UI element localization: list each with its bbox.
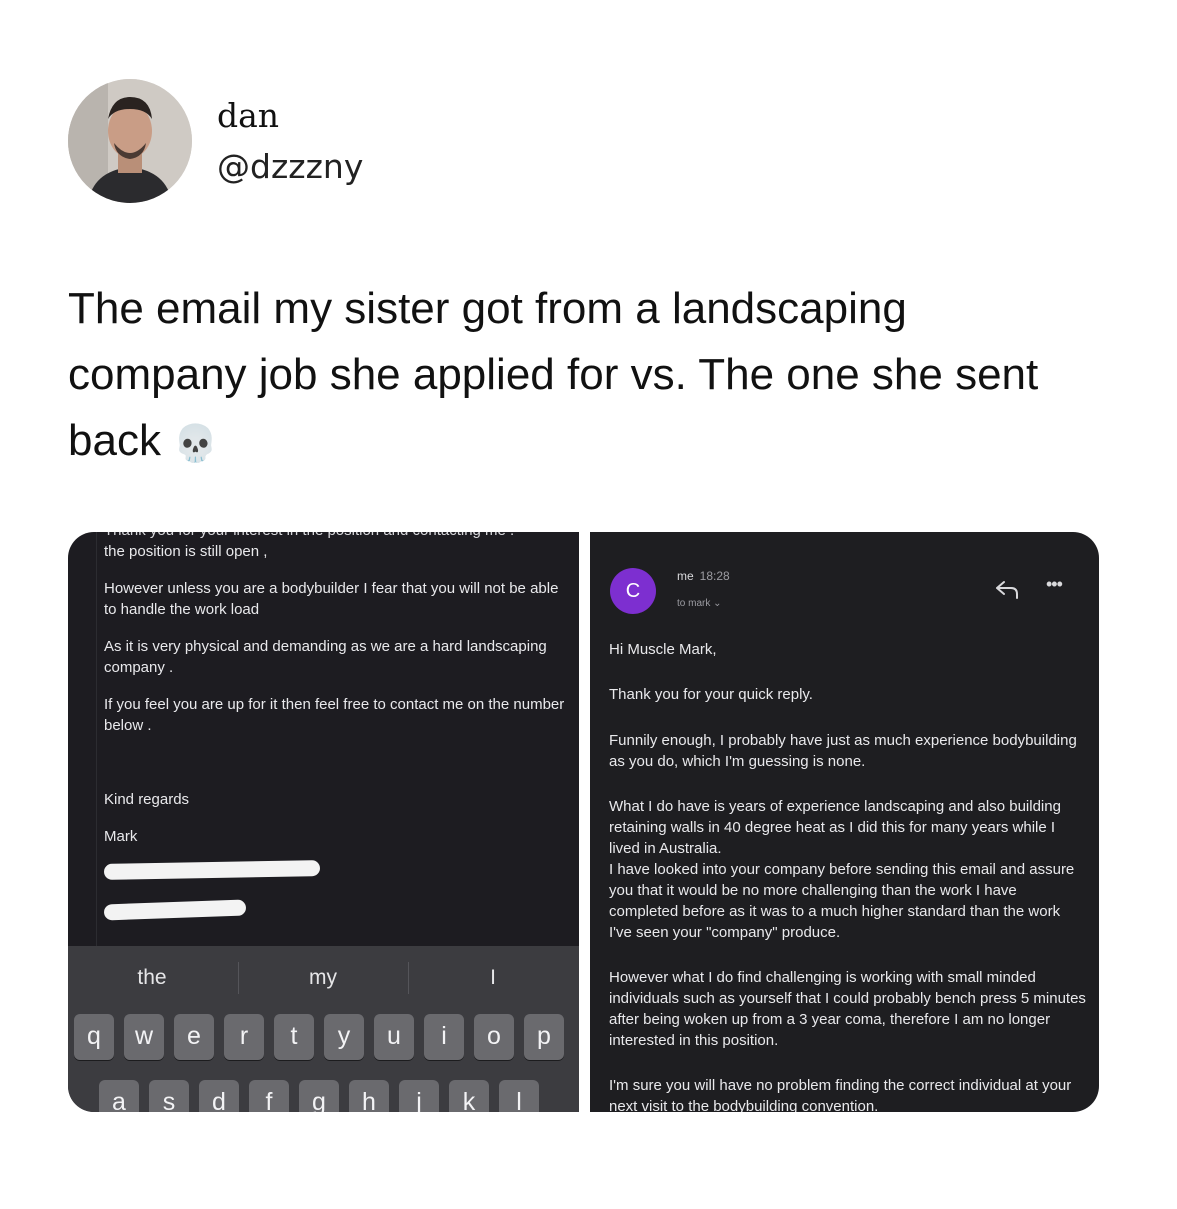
key-o[interactable]: o [474,1014,514,1060]
key-g[interactable]: g [299,1080,339,1112]
suggestion-my[interactable]: my [243,966,403,990]
email-greeting: Hi Muscle Mark, [609,641,717,658]
reply-icon[interactable] [994,578,1020,600]
key-u[interactable]: u [374,1014,414,1060]
email-paragraph: As it is very physical and demanding as … [104,638,547,676]
sent-time: 18:28 [699,569,730,583]
email-paragraph: However what I do find challenging is wo… [609,969,1086,1049]
received-email-screenshot: Thank you for your interest in the posit… [68,532,579,1112]
more-options-icon[interactable]: ••• [1046,574,1063,595]
display-name[interactable]: dan [217,96,279,135]
quote-rule [96,532,97,946]
email-paragraph: I have looked into your company before s… [609,861,1075,941]
key-i[interactable]: i [424,1014,464,1060]
user-handle[interactable]: @dzzzny [217,147,363,186]
email-signature: Mark [104,828,138,845]
tweet-media[interactable]: Thank you for your interest in the posit… [68,532,1099,1112]
email-paragraph: If you feel you are up for it then feel … [104,696,565,734]
key-q[interactable]: q [74,1014,114,1060]
sender-line: me 18:28 [677,569,730,583]
email-paragraph: What I do have is years of experience la… [609,798,1061,857]
key-p[interactable]: p [524,1014,564,1060]
email-paragraph: I'm sure you will have no problem findin… [609,1077,1072,1112]
recipient-toggle[interactable]: to mark ⌄ [677,598,722,609]
redaction-mark [103,899,247,921]
key-a[interactable]: a [99,1080,139,1112]
email-paragraph: However unless you are a bodybuilder I f… [104,580,559,618]
key-l[interactable]: l [499,1080,539,1112]
email-sign-off: Kind regards [104,791,190,808]
sender-avatar[interactable]: C [610,568,656,614]
tweet-text: The email my sister got from a landscapi… [68,276,1068,476]
suggestion-i[interactable]: I [413,966,573,990]
key-h[interactable]: h [349,1080,389,1112]
email-paragraph: Funnily enough, I probably have just as … [609,732,1077,770]
key-e[interactable]: e [174,1014,214,1060]
suggestion-divider [238,962,239,994]
key-w[interactable]: w [124,1014,164,1060]
onscreen-keyboard[interactable]: the my I q w e r t y u i o p a s d f g h… [68,946,579,1112]
sent-email-screenshot: C me 18:28 to mark ⌄ ••• Hi Muscle Mark, … [590,532,1099,1112]
profile-photo [68,79,192,203]
redaction-mark [103,860,321,880]
skull-emoji: 💀 [173,422,219,464]
key-y[interactable]: y [324,1014,364,1060]
key-d[interactable]: d [199,1080,239,1112]
key-s[interactable]: s [149,1080,189,1112]
email-paragraph: Thank you for your quick reply. [609,686,813,703]
email-paragraph: the position is still open , [104,543,268,560]
recipient-label: to mark [677,598,711,609]
key-j[interactable]: j [399,1080,439,1112]
suggestion-divider [408,962,409,994]
chevron-down-icon: ⌄ [713,598,722,609]
suggestion-the[interactable]: the [72,966,232,990]
avatar[interactable] [68,79,192,203]
key-k[interactable]: k [449,1080,489,1112]
cut-off-line: Thank you for your interest in the posit… [104,532,574,541]
key-t[interactable]: t [274,1014,314,1060]
key-r[interactable]: r [224,1014,264,1060]
key-f[interactable]: f [249,1080,289,1112]
sender-name: me [677,569,694,583]
